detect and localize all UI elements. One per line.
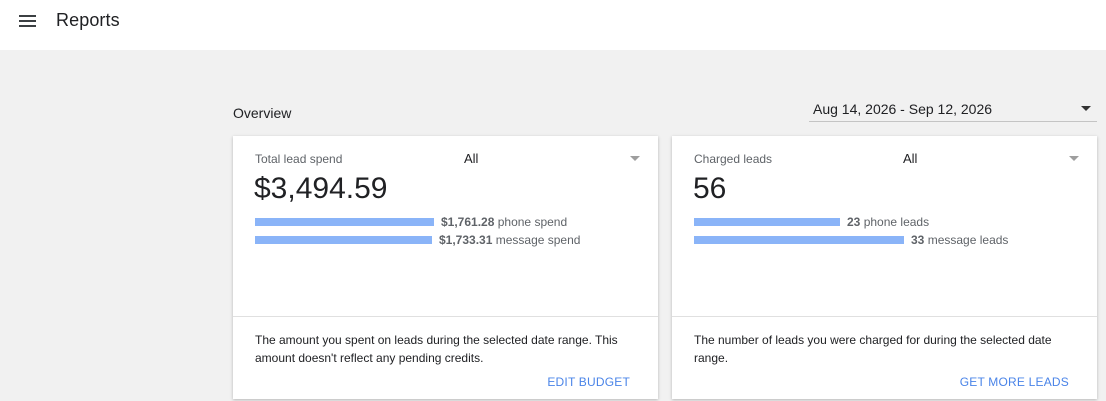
phone-leads-amount: 23 bbox=[847, 215, 861, 229]
card-divider bbox=[672, 316, 1097, 317]
message-spend-amount: $1,733.31 bbox=[439, 233, 493, 247]
message-spend-text: $1,733.31 message spend bbox=[439, 233, 580, 247]
phone-spend-amount: $1,761.28 bbox=[441, 215, 495, 229]
dropdown-arrow-icon bbox=[1081, 106, 1091, 111]
card-description: The amount you spent on leads during the… bbox=[255, 333, 618, 365]
spend-filter-select[interactable]: All bbox=[464, 146, 640, 168]
message-spend-row: $1,733.31 message spend bbox=[255, 233, 645, 247]
card-description: The number of leads you were charged for… bbox=[694, 333, 1052, 365]
charged-leads-value: 56 bbox=[693, 172, 727, 205]
app-title: Reports bbox=[56, 10, 120, 30]
date-range-select[interactable]: Aug 14, 2026 - Sep 12, 2026 bbox=[809, 96, 1097, 122]
message-leads-text: 33 message leads bbox=[911, 233, 1008, 247]
total-spend-value: $3,494.59 bbox=[254, 172, 388, 205]
card-label: Total lead spend bbox=[255, 152, 343, 166]
charged-leads-card: Charged leads All 56 23 phone leads 33 m… bbox=[672, 136, 1097, 399]
phone-leads-text: 23 phone leads bbox=[847, 215, 929, 229]
dropdown-arrow-icon bbox=[1069, 156, 1079, 161]
card-divider bbox=[233, 316, 658, 317]
phone-spend-row: $1,761.28 phone spend bbox=[255, 215, 645, 229]
phone-leads-bar bbox=[694, 218, 840, 226]
leads-filter-select[interactable]: All bbox=[903, 146, 1079, 168]
message-spend-label: message spend bbox=[495, 233, 581, 247]
message-leads-row: 33 message leads bbox=[694, 233, 1084, 247]
card-label: Charged leads bbox=[694, 152, 773, 166]
filter-value: All bbox=[464, 151, 479, 166]
message-leads-label: message leads bbox=[927, 233, 1009, 247]
phone-spend-label: phone spend bbox=[497, 215, 568, 229]
filter-value: All bbox=[903, 151, 918, 166]
phone-spend-text: $1,761.28 phone spend bbox=[441, 215, 567, 229]
phone-spend-bar bbox=[255, 218, 434, 226]
date-range-value: Aug 14, 2026 - Sep 12, 2026 bbox=[813, 101, 993, 117]
overview-title: Overview bbox=[233, 105, 292, 121]
message-leads-bar bbox=[694, 236, 904, 244]
message-leads-amount: 33 bbox=[911, 233, 925, 247]
edit-budget-button[interactable]: EDIT BUDGET bbox=[547, 375, 630, 389]
phone-leads-label: phone leads bbox=[863, 215, 930, 229]
message-spend-bar bbox=[255, 236, 432, 244]
get-more-leads-button[interactable]: GET MORE LEADS bbox=[960, 375, 1069, 389]
dropdown-arrow-icon bbox=[630, 156, 640, 161]
lead-spend-card: Total lead spend All $3,494.59 $1,761.28… bbox=[233, 136, 658, 399]
menu-icon[interactable] bbox=[14, 9, 40, 33]
phone-leads-row: 23 phone leads bbox=[694, 215, 1084, 229]
top-app-bar: Reports bbox=[0, 0, 1106, 50]
